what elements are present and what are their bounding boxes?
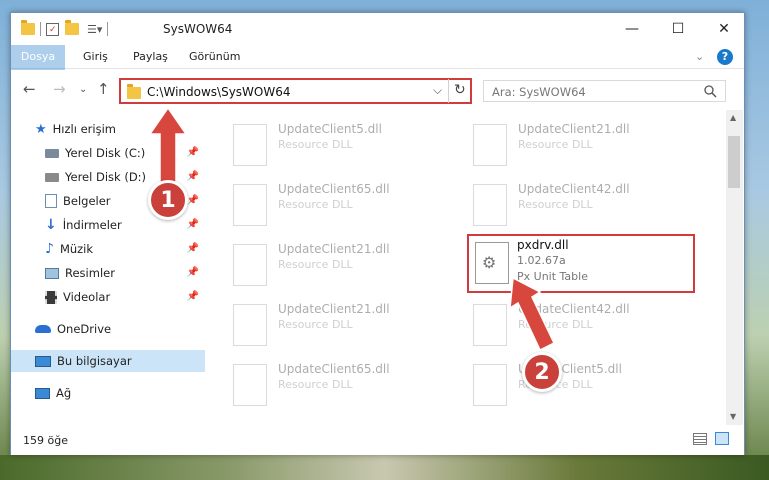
annotation-badge-1: 1 [148,180,188,220]
annotation-arrows [148,106,555,352]
annotation-badge-2: 2 [522,352,562,392]
arrow-to-file [509,276,555,352]
arrow-to-address-bar [148,106,188,185]
